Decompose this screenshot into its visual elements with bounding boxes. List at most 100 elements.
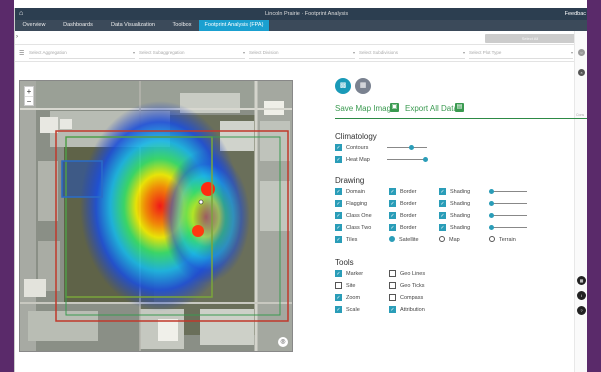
domain-border-label: Border [400,188,417,195]
flagging-shading-slider[interactable] [489,201,527,206]
flagging-border-checkbox[interactable]: ✓ [389,200,396,207]
heat-map-label: Heat Map [346,156,370,163]
table-view-icon[interactable]: ▦ [355,78,371,94]
right-purple-backdrop [587,0,601,372]
domain-label: Domain [346,188,365,195]
drawing-row-flagging: ✓ Flagging ✓ Border ✓ Shading [335,200,575,208]
tab-data-visualization[interactable]: Data Visualization [101,20,165,31]
domain-checkbox[interactable]: ✓ [335,188,342,195]
flagging-checkbox[interactable]: ✓ [335,200,342,207]
footprint-map[interactable]: + − ◎ [19,80,293,352]
heat-map-checkbox[interactable]: ✓ [335,156,342,163]
contours-row: ✓ Contours [335,144,455,152]
feedback-link[interactable]: Feedbac [565,11,586,17]
zoom-in-button[interactable]: + [25,87,33,97]
tool-row-1: ✓ Marker Geo Lines [335,270,455,278]
map-radio[interactable] [439,236,445,242]
zoom-out-button[interactable]: − [25,97,33,107]
geo-ticks-label: Geo Ticks [400,282,425,289]
scale-checkbox[interactable]: ✓ [335,306,342,313]
contours-checkbox[interactable]: ✓ [335,144,342,151]
main-nav: Overview Dashboards Data Visualization T… [15,20,587,31]
flagging-shading-label: Shading [450,200,471,207]
class-one-shading-label: Shading [450,212,471,219]
class-two-checkbox[interactable]: ✓ [335,224,342,231]
heat-map-row: ✓ Heat Map [335,156,455,164]
attribution-label: Attribution [400,306,425,313]
flagging-label: Flagging [346,200,368,207]
attribution-checkbox[interactable]: ✓ [389,306,396,313]
save-icon[interactable]: ▤ [455,103,464,112]
tiles-checkbox[interactable]: ✓ [335,236,342,243]
terrain-label: Terrain [499,236,516,243]
division-select[interactable]: Select Division ▾ [249,50,355,59]
caret-down-icon: ▾ [352,50,355,55]
class-one-slider-knob[interactable] [489,213,494,218]
app-title: Lincoln Prairie · Footprint Analysis [265,11,349,17]
tools-title: Tools [335,258,354,267]
domain-shading-checkbox[interactable]: ✓ [439,188,446,195]
rail-top-icon[interactable]: ○ [578,49,585,56]
contours-slider-knob[interactable] [409,145,414,150]
caret-down-icon: ▾ [570,50,573,55]
class-one-shading-slider[interactable] [489,213,527,218]
class-one-border-label: Border [400,212,417,219]
subaggregation-select-label: Select Subaggregation [139,50,185,55]
contours-slider[interactable] [387,145,427,150]
tab-overview[interactable]: Overview [15,20,53,31]
class-two-shading-checkbox[interactable]: ✓ [439,224,446,231]
filter-icon: ☰ [19,51,25,57]
satellite-radio[interactable] [389,236,395,242]
tab-toolbox[interactable]: Toolbox [165,20,199,31]
geo-ticks-checkbox[interactable] [389,282,396,289]
compass-checkbox[interactable] [389,294,396,301]
close-icon[interactable]: × [578,69,585,76]
heat-map-slider[interactable] [387,157,428,162]
app-window: ⌂ Lincoln Prairie · Footprint Analysis F… [14,8,587,372]
map-view-icon[interactable]: ▩ [335,78,351,94]
class-two-border-checkbox[interactable]: ✓ [389,224,396,231]
compass-label: Compass [400,294,424,301]
domain-shading-slider[interactable] [489,189,527,194]
class-one-checkbox[interactable]: ✓ [335,212,342,219]
class-two-label: Class Two [346,224,372,231]
zoom-checkbox[interactable]: ✓ [335,294,342,301]
subdivisions-select[interactable]: Select Subdivisions ▾ [359,50,465,59]
zoom-label: Zoom [346,294,361,301]
export-data-link[interactable]: Export All Data [405,104,458,113]
domain-border-checkbox[interactable]: ✓ [389,188,396,195]
tab-dashboards[interactable]: Dashboards [55,20,101,31]
site-checkbox[interactable] [335,282,342,289]
image-icon[interactable]: ▣ [390,103,399,112]
aggregation-select[interactable]: Select Aggregation ▾ [29,50,135,59]
domain-slider-knob[interactable] [489,189,494,194]
plot-type-select[interactable]: Select Plot Type ▾ [469,50,573,59]
division-select-label: Select Division [249,50,279,55]
flagging-slider-knob[interactable] [489,201,494,206]
class-two-slider-knob[interactable] [489,225,494,230]
flagging-shading-checkbox[interactable]: ✓ [439,200,446,207]
geo-lines-label: Geo Lines [400,270,426,277]
tool-row-3: ✓ Zoom Compass [335,294,455,302]
drawing-title: Drawing [335,176,365,185]
tool-row-2: Site Geo Ticks [335,282,455,290]
class-two-border-label: Border [400,224,417,231]
class-one-shading-checkbox[interactable]: ✓ [439,212,446,219]
marker-checkbox[interactable]: ✓ [335,270,342,277]
plot-type-select-label: Select Plot Type [469,50,502,55]
caret-down-icon: ▾ [462,50,465,55]
chevron-right-icon[interactable]: › [16,34,18,40]
terrain-radio[interactable] [489,236,495,242]
class-two-shading-slider[interactable] [489,225,527,230]
load-button[interactable]: Select All [485,34,575,43]
locate-icon[interactable]: ◎ [278,337,288,347]
save-map-link[interactable]: Save Map Image [335,104,395,113]
geo-lines-checkbox[interactable] [389,270,396,277]
home-icon[interactable]: ⌂ [19,10,23,17]
tab-footprint-analysis[interactable]: Footprint Analysis (FPA) [199,20,269,31]
subaggregation-select[interactable]: Select Subaggregation ▾ [139,50,245,59]
drawing-row-class-one: ✓ Class One ✓ Border ✓ Shading [335,212,575,220]
class-one-border-checkbox[interactable]: ✓ [389,212,396,219]
flagging-border-label: Border [400,200,417,207]
heat-map-slider-knob[interactable] [423,157,428,162]
